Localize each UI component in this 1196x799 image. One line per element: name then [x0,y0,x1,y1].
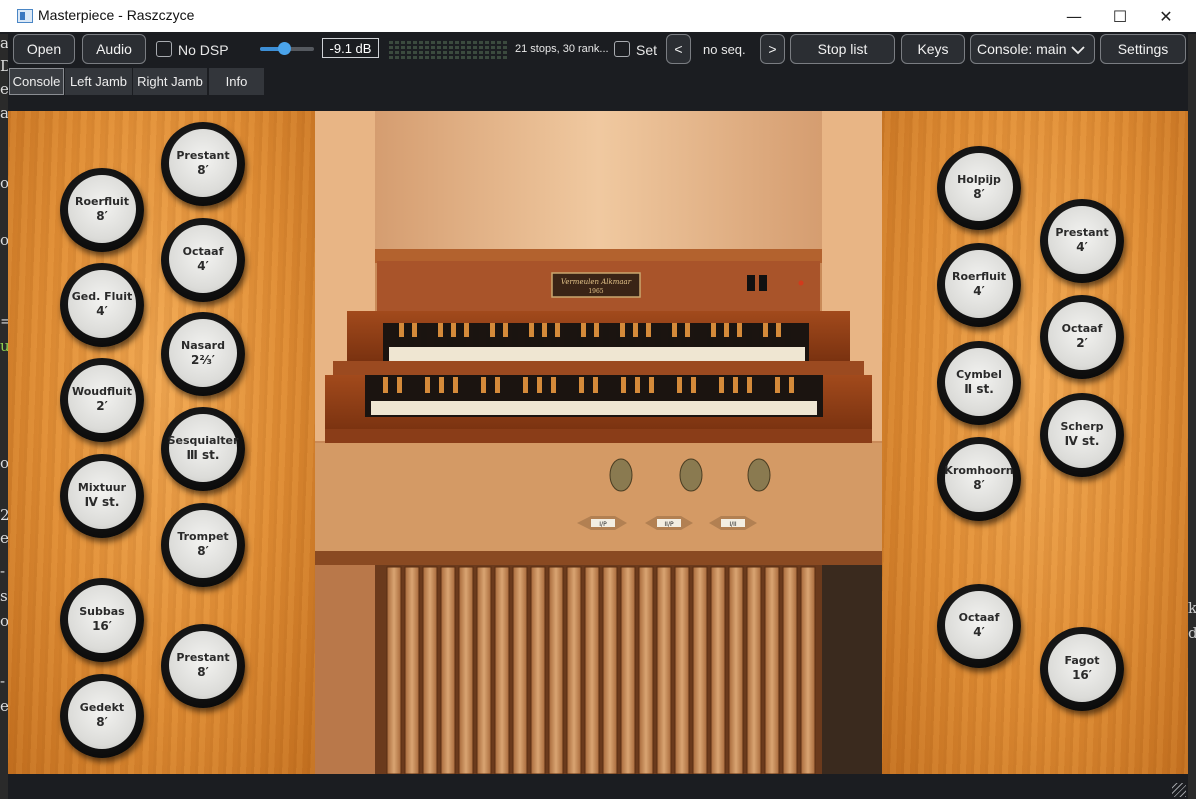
stop-woudfluit-2[interactable]: Woudfluit 2′ [60,358,144,442]
keys-button[interactable]: Keys [901,34,965,64]
stop-list-button[interactable]: Stop list [790,34,895,64]
edge-char: k [1188,599,1196,617]
next-sequence-button[interactable]: > [760,34,785,64]
tab-console[interactable]: Console [9,68,64,95]
stop-trompet-8[interactable]: Trompet 8′ [161,503,245,587]
coupler-pistons: I/P II/P I/II [577,516,757,530]
maximize-icon: ☐ [1112,6,1128,26]
set-label: Set [636,42,658,58]
organ-console: Vermeulen Alkmaar 1965 I/P II/P I/II Roe… [8,111,1188,774]
volume-slider-handle[interactable] [277,42,291,55]
stops-info: 21 stops, 30 rank... [515,43,609,55]
tab-right-jamb[interactable]: Right Jamb [133,68,208,95]
stop-nasard[interactable]: Nasard 2⅔′ [161,312,245,396]
settings-button[interactable]: Settings [1100,34,1186,64]
nameplate-builder: Vermeulen Alkmaar [561,278,632,286]
status-bar [8,774,1188,799]
stop-prestant-8-manual[interactable]: Prestant 8′ [161,122,245,206]
right-jamb [882,111,1188,774]
stop-mixtuur[interactable]: Mixtuur Ⅳ st. [60,454,144,538]
stop-octaaf-2[interactable]: Octaaf 2′ [1040,295,1124,379]
no-dsp-label: No DSP [178,42,229,58]
background-window-edge-left: a D e a o o = u o 2 e - s o - e [0,34,13,799]
stop-octaaf-4-left[interactable]: Octaaf 4′ [161,218,245,302]
stop-sesquialter[interactable]: Sesquialter Ⅲ st. [161,407,245,491]
no-dsp-checkbox[interactable] [156,41,172,57]
level-meter [389,41,507,59]
coupler-label: I/II [729,521,737,528]
title-bar[interactable]: Masterpiece - Raszczyce — ☐ ✕ [0,0,1196,32]
toolbar: Open Audio No DSP -9.1 dB 21 stops, 30 r… [8,33,1188,67]
chevron-down-icon [1071,46,1085,55]
edge-char: d [1188,624,1196,642]
tab-left-jamb[interactable]: Left Jamb [65,68,133,95]
stop-octaaf-4-right[interactable]: Octaaf 4′ [937,584,1021,668]
stop-gedekt-8[interactable]: Gedekt 8′ [60,674,144,758]
minimize-button[interactable]: — [1051,0,1097,32]
stop-roerfluit-4[interactable]: Roerfluit 4′ [937,243,1021,327]
stop-subbas-16[interactable]: Subbas 16′ [60,578,144,662]
console-select[interactable]: Console: main [970,34,1095,64]
coupler-label: I/P [599,521,607,528]
close-button[interactable]: ✕ [1143,0,1189,32]
tab-info[interactable]: Info [209,68,265,95]
stop-kromhoorn-8[interactable]: Kromhoorn 8′ [937,437,1021,521]
stop-roerfluit-8[interactable]: Roerfluit 8′ [60,168,144,252]
console-select-value: Console: main [977,41,1067,57]
stop-cymbel[interactable]: Cymbel Ⅱ st. [937,341,1021,425]
prev-sequence-button[interactable]: < [666,34,691,64]
edge-char: - [0,672,6,690]
set-checkbox[interactable] [614,41,630,57]
resize-grip-icon[interactable] [1172,783,1186,797]
window-title: Masterpiece - Raszczyce [38,7,195,23]
close-icon: ✕ [1159,6,1173,26]
stop-prestant-8-pedal[interactable]: Prestant 8′ [161,624,245,708]
edge-char: s [0,587,8,605]
tab-bar: Console Left Jamb Right Jamb Info [8,67,1188,95]
volume-readout: -9.1 dB [322,38,379,58]
stop-prestant-4[interactable]: Prestant 4′ [1040,199,1124,283]
open-button[interactable]: Open [13,34,75,64]
edge-char: - [0,562,6,580]
stop-ged-fluit-4[interactable]: Ged. Fluit 4′ [60,263,144,347]
maximize-button[interactable]: ☐ [1097,0,1143,32]
audio-button[interactable]: Audio [82,34,146,64]
minimize-icon: — [1066,6,1082,26]
stop-fagot-16[interactable]: Fagot 16′ [1040,627,1124,711]
console-center: Vermeulen Alkmaar 1965 I/P II/P I/II [315,111,882,774]
stop-scherp[interactable]: Scherp Ⅳ st. [1040,393,1124,477]
sequence-label: no seq. [703,42,746,57]
console-illustration: Vermeulen Alkmaar 1965 I/P II/P I/II [315,111,882,774]
app-icon [17,9,33,23]
volume-slider[interactable] [260,42,314,55]
stop-holpijp-8[interactable]: Holpijp 8′ [937,146,1021,230]
nameplate-year: 1965 [588,288,603,295]
background-window-edge-right: k d [1188,34,1196,799]
coupler-label: II/P [664,521,674,528]
